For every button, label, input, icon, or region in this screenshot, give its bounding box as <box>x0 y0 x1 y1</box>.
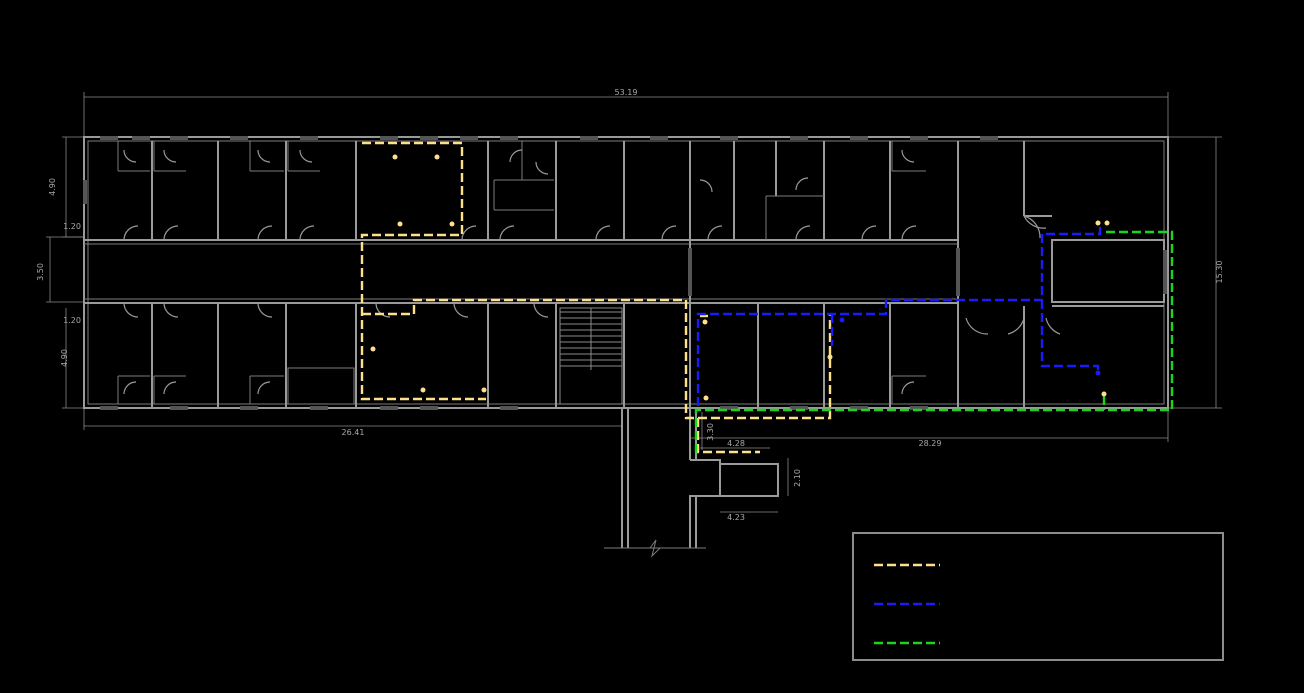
yellow-outlets <box>370 154 1110 401</box>
outlet-markers <box>370 154 1110 401</box>
building-walls <box>83 136 1169 558</box>
dim-north-rooms: 4.90 <box>48 178 57 196</box>
dim-left-length: 26.41 <box>342 428 365 437</box>
dimension-lines: 53.19 26.41 28.29 15.30 4.90 3.50 4.90 1… <box>36 88 1224 522</box>
dim-wall-top: 1.20 <box>63 222 81 231</box>
dim-south-rooms: 4.90 <box>60 349 69 367</box>
dim-annex-offset: 3.30 <box>706 423 715 441</box>
dim-wall-bottom: 1.20 <box>63 316 81 325</box>
blue-route-line <box>1040 300 1100 372</box>
dim-annex-width-bottom: 4.23 <box>727 513 745 522</box>
dim-annex-width-top: 4.28 <box>727 439 745 448</box>
legend-box <box>852 532 1224 661</box>
floor-plan: 53.19 26.41 28.29 15.30 4.90 3.50 4.90 1… <box>36 88 1224 661</box>
green-route <box>694 230 1174 454</box>
dim-annex-depth: 2.10 <box>793 469 802 487</box>
dim-total-length: 53.19 <box>615 88 638 97</box>
legend <box>852 532 1224 661</box>
dim-total-depth: 15.30 <box>1215 261 1224 284</box>
yellow-route-line <box>360 141 486 401</box>
green-route-line <box>694 230 1174 454</box>
dim-right-length: 28.29 <box>919 439 942 448</box>
doors <box>123 149 1061 395</box>
yellow-route <box>360 141 832 454</box>
dim-corridor: 3.50 <box>36 263 45 281</box>
